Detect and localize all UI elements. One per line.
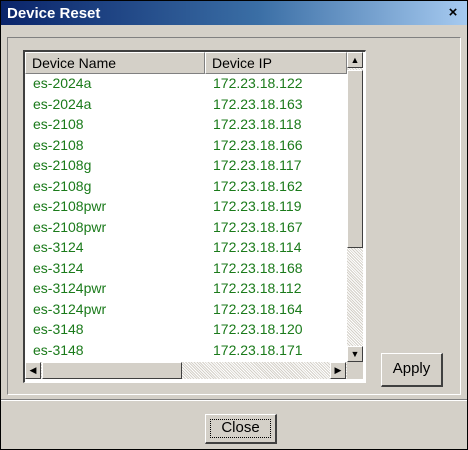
device-ip-cell: 172.23.18.112 (213, 280, 302, 296)
device-name-cell: es-2024a (33, 75, 92, 91)
device-ip-cell: 172.23.18.119 (213, 198, 302, 214)
scroll-left-icon[interactable]: ◀ (25, 362, 41, 379)
table-row[interactable]: es-2108 172.23.18.166 (25, 136, 347, 155)
table-row[interactable]: es-2024a 172.23.18.122 (25, 74, 347, 93)
table-row[interactable]: es-2108pwr 172.23.18.167 (25, 218, 347, 237)
horizontal-scroll-thumb[interactable] (42, 362, 182, 379)
device-ip-cell: 172.23.18.162 (213, 177, 303, 194)
device-ip-cell: 172.23.18.171 (213, 341, 303, 358)
horizontal-scrollbar[interactable]: ◀ ▶ (25, 362, 347, 379)
scrollbar-corner (347, 362, 363, 379)
device-ip-cell: 172.23.18.122 (213, 75, 303, 91)
column-header-device-name[interactable]: Device Name (25, 52, 205, 74)
table-row[interactable]: es-2108 172.23.18.118 (25, 115, 347, 134)
table-row[interactable]: es-2108pwr 172.23.18.119 (25, 197, 347, 216)
device-name-cell: es-3148 (33, 341, 84, 358)
device-name-cell: es-2024a (33, 95, 92, 112)
close-button-label: Close (221, 419, 260, 436)
scroll-down-icon[interactable]: ▼ (347, 346, 363, 362)
device-name-cell: es-2108 (33, 116, 84, 132)
device-name-cell: es-2108g (33, 157, 92, 173)
vertical-scroll-thumb[interactable] (347, 70, 363, 248)
table-row[interactable]: es-2108g 172.23.18.117 (25, 156, 347, 175)
device-name-cell: es-2108pwr (33, 218, 107, 235)
device-ip-cell: 172.23.18.166 (213, 136, 303, 153)
window-title: Device Reset (7, 5, 101, 22)
device-ip-cell: 172.23.18.118 (213, 116, 302, 132)
table-row[interactable]: es-3124 172.23.18.168 (25, 259, 347, 278)
table-row[interactable]: es-3124pwr 172.23.18.112 (25, 279, 347, 298)
device-ip-cell: 172.23.18.120 (213, 321, 303, 337)
device-name-cell: es-2108 (33, 136, 84, 153)
divider (1, 399, 467, 401)
device-name-cell: es-3148 (33, 321, 84, 337)
dialog-body: Device Name Device IP es-2024a 172.23.18.… (1, 25, 467, 449)
device-ip-cell: 172.23.18.163 (213, 95, 303, 112)
device-ip-cell: 172.23.18.167 (213, 218, 303, 235)
close-button[interactable]: Close (205, 414, 277, 444)
device-ip-cell: 172.23.18.164 (213, 300, 303, 317)
device-ip-cell: 172.23.18.114 (213, 239, 302, 255)
device-name-cell: es-3124 (33, 259, 84, 276)
scroll-up-icon[interactable]: ▲ (347, 52, 363, 68)
scroll-right-icon[interactable]: ▶ (330, 362, 346, 379)
device-rows: es-2024a 172.23.18.122 es-2024a 172.23.18.1… (25, 74, 347, 362)
column-header-device-ip[interactable]: Device IP (205, 52, 347, 74)
table-row[interactable]: es-3148 172.23.18.120 (25, 320, 347, 339)
device-name-cell: es-3124 (33, 239, 84, 255)
table-row[interactable]: es-3124 172.23.18.114 (25, 238, 347, 257)
list-header: Device Name Device IP (25, 52, 347, 74)
table-row[interactable]: es-2108g 172.23.18.162 (25, 177, 347, 196)
close-icon[interactable]: × (445, 5, 461, 21)
apply-button[interactable]: Apply (381, 353, 443, 387)
device-name-cell: es-2108pwr (33, 198, 107, 214)
title-bar[interactable]: Device Reset × (1, 1, 467, 25)
device-name-cell: es-3124pwr (33, 280, 107, 296)
table-row[interactable]: es-2024a 172.23.18.163 (25, 95, 347, 114)
table-row[interactable]: es-3124pwr 172.23.18.164 (25, 300, 347, 319)
device-name-cell: es-3124pwr (33, 300, 107, 317)
device-reset-dialog: Device Reset × Device Name Device IP es-… (0, 0, 468, 450)
vertical-scrollbar[interactable]: ▲ ▼ (347, 52, 363, 362)
table-row[interactable]: es-3148 172.23.18.171 (25, 341, 347, 360)
device-ip-cell: 172.23.18.117 (213, 157, 302, 173)
device-name-cell: es-2108g (33, 177, 92, 194)
device-ip-cell: 172.23.18.168 (213, 259, 303, 276)
device-list[interactable]: Device Name Device IP es-2024a 172.23.18.… (23, 50, 366, 383)
